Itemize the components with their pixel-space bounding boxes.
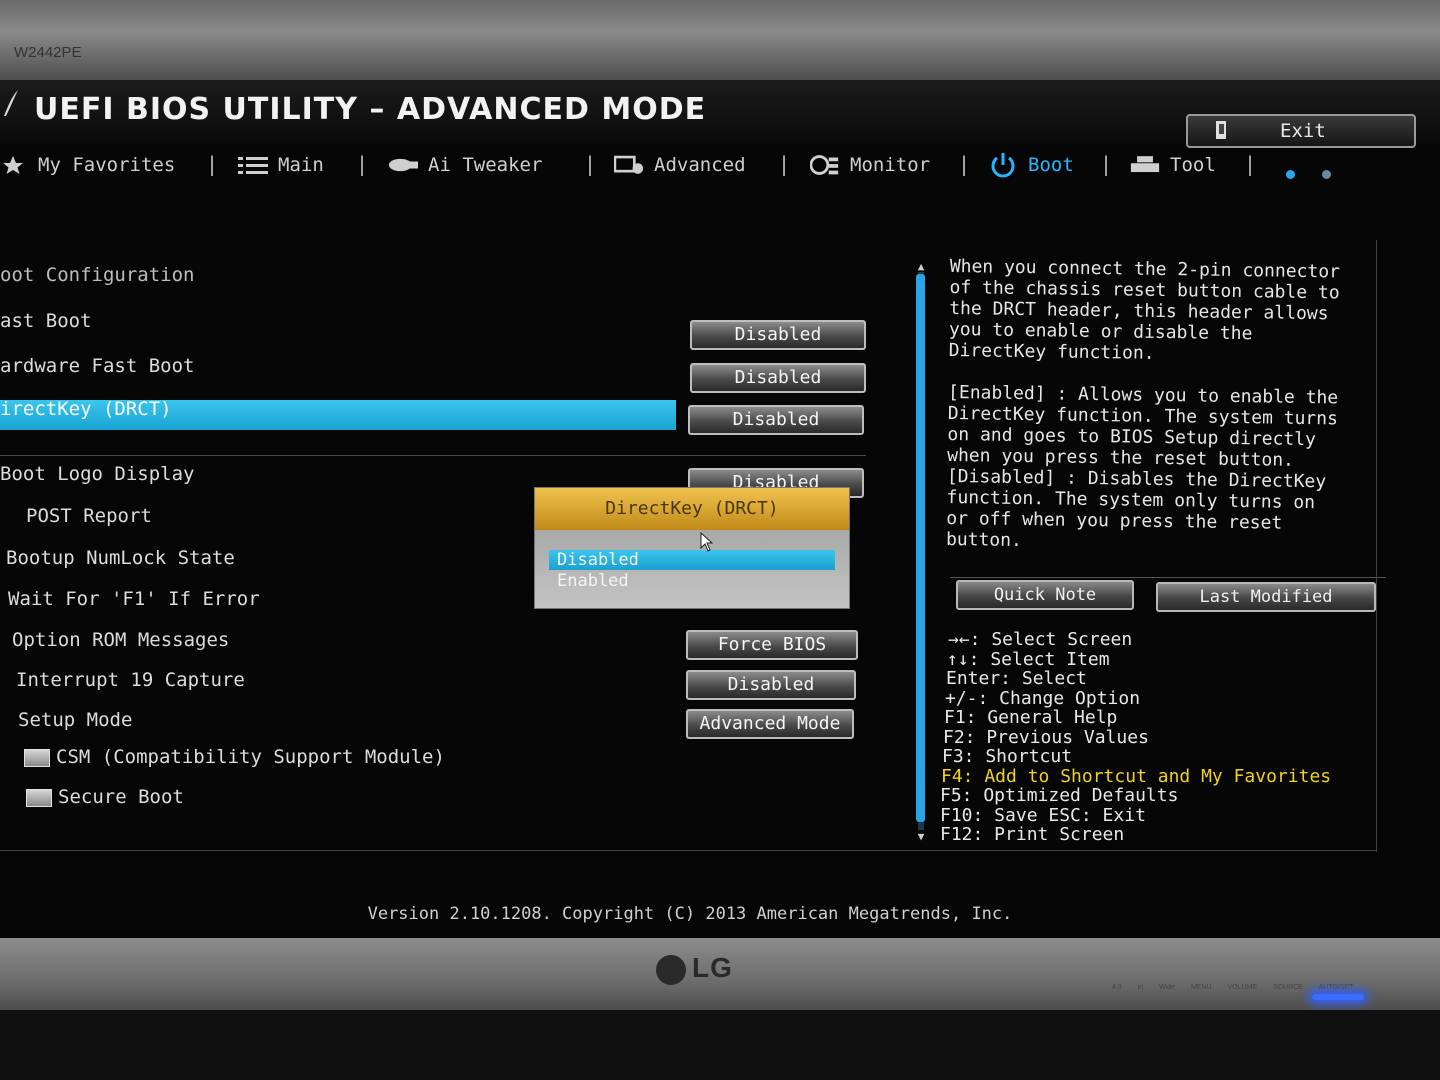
menu-separator: | (1100, 152, 1113, 176)
tab-boot[interactable]: Boot (988, 153, 1074, 178)
submenu-arrow-icon (26, 788, 52, 807)
footer-rule (0, 850, 1376, 851)
help-divider (950, 577, 1386, 578)
mouse-cursor-icon (700, 532, 714, 552)
bios-screen: UEFI BIOS UTILITY – ADVANCED MODE Exit M… (0, 80, 1440, 938)
hardware-fast-boot-label[interactable]: ardware Fast Boot (0, 355, 194, 377)
printer-icon (1130, 154, 1160, 176)
page-dot[interactable] (1322, 170, 1332, 179)
scroll-thumb[interactable] (916, 274, 925, 822)
scroll-down-arrow-icon[interactable]: ▼ (914, 830, 928, 843)
interrupt-19-value-button[interactable]: Disabled (686, 670, 856, 700)
version-footer: Version 2.10.1208. Copyright (C) 2013 Am… (367, 904, 1013, 924)
exit-door-icon (1216, 121, 1226, 139)
menu-separator: | (1244, 152, 1257, 176)
bootup-numlock-label[interactable]: Bootup NumLock State (6, 547, 235, 569)
tab-boot-label: Boot (1028, 154, 1074, 176)
key-hint: +/-: Change Option (945, 687, 1141, 709)
monitor-control-labels: 4:3 in Wide MENU VOLUME SOURCE AUTO/SET (1112, 984, 1354, 991)
section-divider (0, 455, 866, 456)
key-hint: ↑↓: Select Item (947, 648, 1110, 670)
section-title: oot Configuration (0, 264, 195, 286)
setup-mode-label[interactable]: Setup Mode (18, 709, 132, 731)
interrupt-19-label[interactable]: Interrupt 19 Capture (16, 669, 245, 691)
lg-logo-icon (656, 954, 686, 985)
tab-tool[interactable]: Tool (1130, 154, 1216, 176)
key-hint: F2: Previous Values (943, 726, 1149, 748)
monitor-brand: LG (656, 952, 733, 985)
key-hint-highlighted: F4: Add to Shortcut and My Favorites (941, 765, 1332, 787)
power-led-icon (1312, 994, 1364, 1000)
key-hint: F10: Save ESC: Exit (940, 804, 1146, 826)
boot-logo-display-label[interactable]: Boot Logo Display (0, 463, 194, 485)
fast-boot-label[interactable]: ast Boot (0, 310, 92, 332)
submenu-arrow-icon (24, 748, 50, 767)
option-rom-messages-label[interactable]: Option ROM Messages (12, 629, 229, 651)
monitor-top-bezel: W2442PE (0, 0, 1440, 80)
key-legend: →←: Select Screen ↑↓: Select Item Enter:… (940, 630, 1410, 845)
option-popup: DirectKey (DRCT) Disabled Enabled (534, 487, 850, 609)
help-panel: When you connect the 2-pin connector of … (946, 256, 1390, 556)
wait-for-f1-label[interactable]: Wait For 'F1' If Error (8, 588, 260, 610)
desk-background (0, 1010, 1440, 1080)
scroll-up-arrow-icon[interactable]: ▲ (914, 260, 928, 273)
directkey-value-button[interactable]: Disabled (688, 405, 864, 435)
csm-submenu[interactable]: CSM (Compatibility Support Module) (24, 746, 445, 768)
popup-title: DirectKey (DRCT) (535, 488, 849, 530)
monitor-bottom-bezel: LG 4:3 in Wide MENU VOLUME SOURCE AUTO/S… (0, 938, 1440, 1010)
key-hint: →←: Select Screen (948, 629, 1133, 650)
help-text: When you connect the 2-pin connector of … (945, 256, 1341, 552)
directkey-label[interactable]: irectKey (DRCT) (0, 398, 172, 420)
setup-mode-value-button[interactable]: Advanced Mode (686, 709, 854, 739)
monitor-model-label: W2442PE (14, 44, 82, 61)
exit-label: Exit (1280, 120, 1326, 142)
csm-submenu-label: CSM (Compatibility Support Module) (56, 746, 445, 768)
last-modified-button[interactable]: Last Modified (1156, 582, 1376, 612)
popup-option-enabled[interactable]: Enabled (549, 571, 835, 591)
tab-tool-label: Tool (1170, 154, 1216, 176)
key-hint: F5: Optimized Defaults (940, 785, 1179, 806)
key-hint: Enter: Select (946, 668, 1087, 689)
fast-boot-value-button[interactable]: Disabled (690, 320, 866, 350)
scrollbar[interactable]: ▲ ▼ (910, 260, 934, 844)
key-hint: F3: Shortcut (942, 746, 1073, 767)
popup-option-disabled[interactable]: Disabled (549, 550, 835, 570)
boot-settings-panel: oot Configuration ast Boot Disabled ardw… (0, 80, 920, 808)
key-hint: F12: Print Screen (940, 824, 1125, 845)
monitor-brand-label: LG (692, 952, 733, 983)
option-rom-value-button[interactable]: Force BIOS (686, 630, 858, 660)
post-report-label[interactable]: POST Report (26, 505, 152, 527)
quick-note-button[interactable]: Quick Note (956, 580, 1134, 610)
secure-boot-submenu-label: Secure Boot (58, 786, 184, 808)
page-indicator[interactable] (1286, 162, 1347, 184)
exit-button[interactable]: Exit (1186, 114, 1416, 148)
menu-separator: | (958, 152, 971, 176)
hardware-fast-boot-value-button[interactable]: Disabled (690, 363, 866, 393)
power-icon (988, 153, 1018, 178)
secure-boot-submenu[interactable]: Secure Boot (26, 786, 184, 808)
page-dot-active[interactable] (1286, 170, 1295, 179)
key-hint: F1: General Help (944, 707, 1118, 728)
